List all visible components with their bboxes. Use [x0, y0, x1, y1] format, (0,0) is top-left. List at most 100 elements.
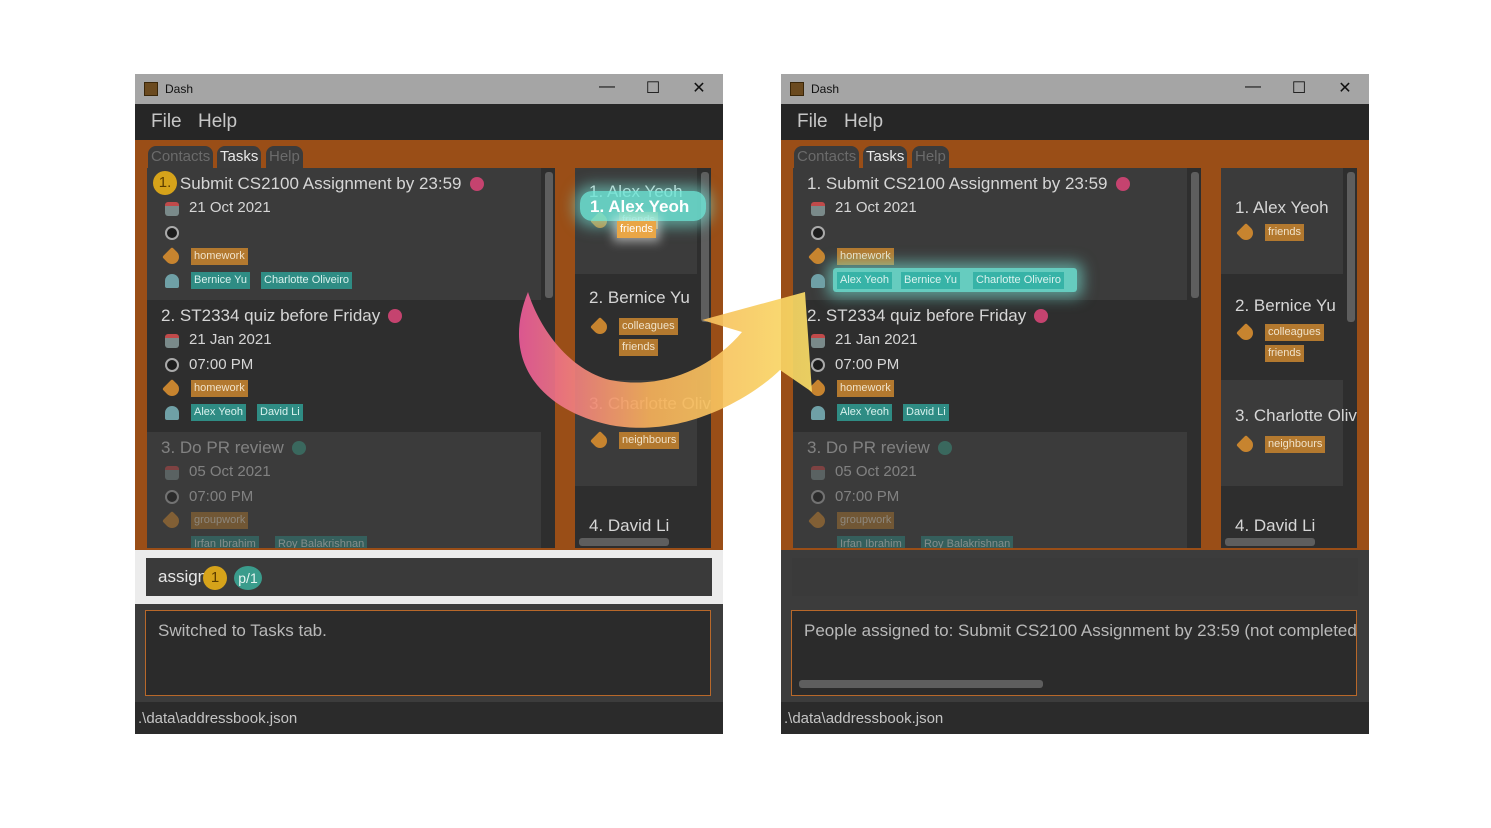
person-icon	[811, 406, 825, 420]
complete-icon	[937, 440, 952, 455]
contact-tag: friends	[1265, 224, 1305, 241]
assigned-person: David Li	[257, 404, 303, 421]
highlight-contact-name: 1. Alex Yeoh	[590, 197, 690, 216]
task-list[interactable]: 1. Submit CS2100 Assignment by 23:59 21 …	[147, 168, 555, 548]
task-card[interactable]: 2. ST2334 quiz before Friday 21 Jan 2021…	[147, 300, 541, 432]
close-icon[interactable]: ✕	[689, 78, 709, 98]
clock-icon	[811, 226, 825, 240]
assigned-person: Alex Yeoh	[837, 404, 892, 421]
contact-card[interactable]: 3. Charlotte Oliveiro neighbours	[575, 380, 711, 486]
person-icon	[165, 406, 179, 420]
tab-help[interactable]: Help	[266, 146, 303, 168]
tab-contacts[interactable]: Contacts	[794, 146, 860, 168]
task-card[interactable]: 1. Submit CS2100 Assignment by 23:59 21 …	[147, 168, 541, 300]
menu-bar: File Help	[135, 104, 723, 140]
task-date: 21 Jan 2021	[189, 331, 272, 348]
contact-tag: colleagues	[619, 318, 678, 335]
contact-card[interactable]: 3. Charlotte Oliveiro neighbours	[1221, 380, 1357, 486]
tab-help[interactable]: Help	[912, 146, 949, 168]
task-date: 21 Jan 2021	[835, 331, 918, 348]
contact-hscrollbar[interactable]	[579, 538, 669, 546]
task-scrollbar[interactable]	[1191, 172, 1199, 298]
task-card[interactable]: 1. Submit CS2100 Assignment by 23:59 21 …	[793, 168, 1187, 300]
contact-card[interactable]: 1. Alex Yeoh friends	[1221, 168, 1343, 274]
clock-icon	[165, 490, 179, 504]
clock-icon	[811, 358, 825, 372]
app-icon	[144, 82, 158, 96]
calendar-icon	[165, 202, 179, 216]
index-badge-command: 1	[203, 566, 227, 590]
tag-icon	[162, 247, 182, 267]
calendar-icon	[811, 334, 825, 348]
contact-scrollbar[interactable]	[1347, 172, 1355, 322]
assigned-person: Charlotte Oliveiro	[973, 272, 1064, 289]
app-icon	[790, 82, 804, 96]
contact-list[interactable]: 1. Alex Yeoh friends 2. Bernice Yu colle…	[1221, 168, 1357, 548]
contact-tag: colleagues	[1265, 324, 1324, 341]
task-card[interactable]: 3. Do PR review 05 Oct 2021 07:00 PM gro…	[793, 432, 1187, 548]
task-tag: homework	[191, 380, 248, 397]
tab-tasks[interactable]: Tasks	[217, 146, 262, 168]
task-title: 3. Do PR review	[161, 438, 306, 458]
title-bar: Dash — ☐ ✕	[781, 74, 1369, 104]
task-date: 21 Oct 2021	[835, 199, 917, 216]
result-hscrollbar[interactable]	[799, 680, 1043, 688]
contact-name: 4. David Li	[589, 516, 670, 535]
contact-name: 2. Bernice Yu	[589, 288, 690, 307]
contact-tag: neighbours	[619, 432, 680, 449]
calendar-icon	[165, 334, 179, 348]
window-after: Dash — ☐ ✕ File Help Contacts Tasks Help…	[781, 74, 1369, 734]
command-input[interactable]	[792, 558, 1358, 596]
contact-tag: friends	[1265, 345, 1305, 362]
tag-icon	[590, 317, 610, 337]
tag-icon	[162, 379, 182, 399]
contact-hscrollbar[interactable]	[1225, 538, 1315, 546]
minimize-icon[interactable]: —	[1243, 78, 1263, 96]
command-box	[781, 550, 1369, 604]
contact-card[interactable]: 2. Bernice Yu colleagues friends	[1221, 274, 1343, 380]
complete-icon	[291, 440, 306, 455]
window-title: Dash	[165, 82, 194, 96]
tag-icon	[808, 247, 828, 267]
person-icon	[165, 274, 179, 288]
contact-name: 1. Alex Yeoh	[1235, 198, 1329, 217]
clock-icon	[165, 358, 179, 372]
command-input[interactable]: assign	[146, 558, 712, 596]
tag-icon	[162, 511, 182, 531]
contact-card[interactable]: 2. Bernice Yu colleagues friends	[575, 274, 697, 380]
minimize-icon[interactable]: —	[597, 78, 617, 96]
menu-help[interactable]: Help	[844, 111, 883, 133]
close-icon[interactable]: ✕	[1335, 78, 1355, 98]
menu-file[interactable]: File	[151, 111, 182, 133]
incomplete-icon	[388, 308, 403, 323]
maximize-icon[interactable]: ☐	[643, 78, 663, 98]
contact-name: 4. David Li	[1235, 516, 1316, 535]
assigned-person: Alex Yeoh	[837, 272, 892, 289]
task-card[interactable]: 2. ST2334 quiz before Friday 21 Jan 2021…	[793, 300, 1187, 432]
assigned-person: Alex Yeoh	[191, 404, 246, 421]
task-date: 05 Oct 2021	[189, 463, 271, 480]
person-icon	[811, 274, 825, 288]
window-before: Dash — ☐ ✕ File Help Contacts Tasks Help…	[135, 74, 723, 734]
task-card[interactable]: 3. Do PR review 05 Oct 2021 07:00 PM gro…	[147, 432, 541, 548]
maximize-icon[interactable]: ☐	[1289, 78, 1309, 98]
assigned-person: David Li	[903, 404, 949, 421]
task-title: 3. Do PR review	[807, 438, 952, 458]
assigned-person: Irfan Ibrahim	[191, 536, 259, 548]
person-badge-command: p/1	[234, 566, 262, 590]
assigned-person: Irfan Ibrahim	[837, 536, 905, 548]
contact-tag: neighbours	[1265, 436, 1326, 453]
calendar-icon	[811, 202, 825, 216]
tab-tasks[interactable]: Tasks	[863, 146, 908, 168]
tag-icon	[1236, 223, 1256, 243]
assigned-person: Charlotte Oliveiro	[261, 272, 352, 289]
task-date: 21 Oct 2021	[189, 199, 271, 216]
menu-file[interactable]: File	[797, 111, 828, 133]
task-title: 1. Submit CS2100 Assignment by 23:59	[161, 174, 484, 194]
tag-icon	[808, 511, 828, 531]
task-scrollbar[interactable]	[545, 172, 553, 298]
calendar-icon	[811, 466, 825, 480]
tab-contacts[interactable]: Contacts	[148, 146, 214, 168]
task-list[interactable]: 1. Submit CS2100 Assignment by 23:59 21 …	[793, 168, 1201, 548]
menu-help[interactable]: Help	[198, 111, 237, 133]
